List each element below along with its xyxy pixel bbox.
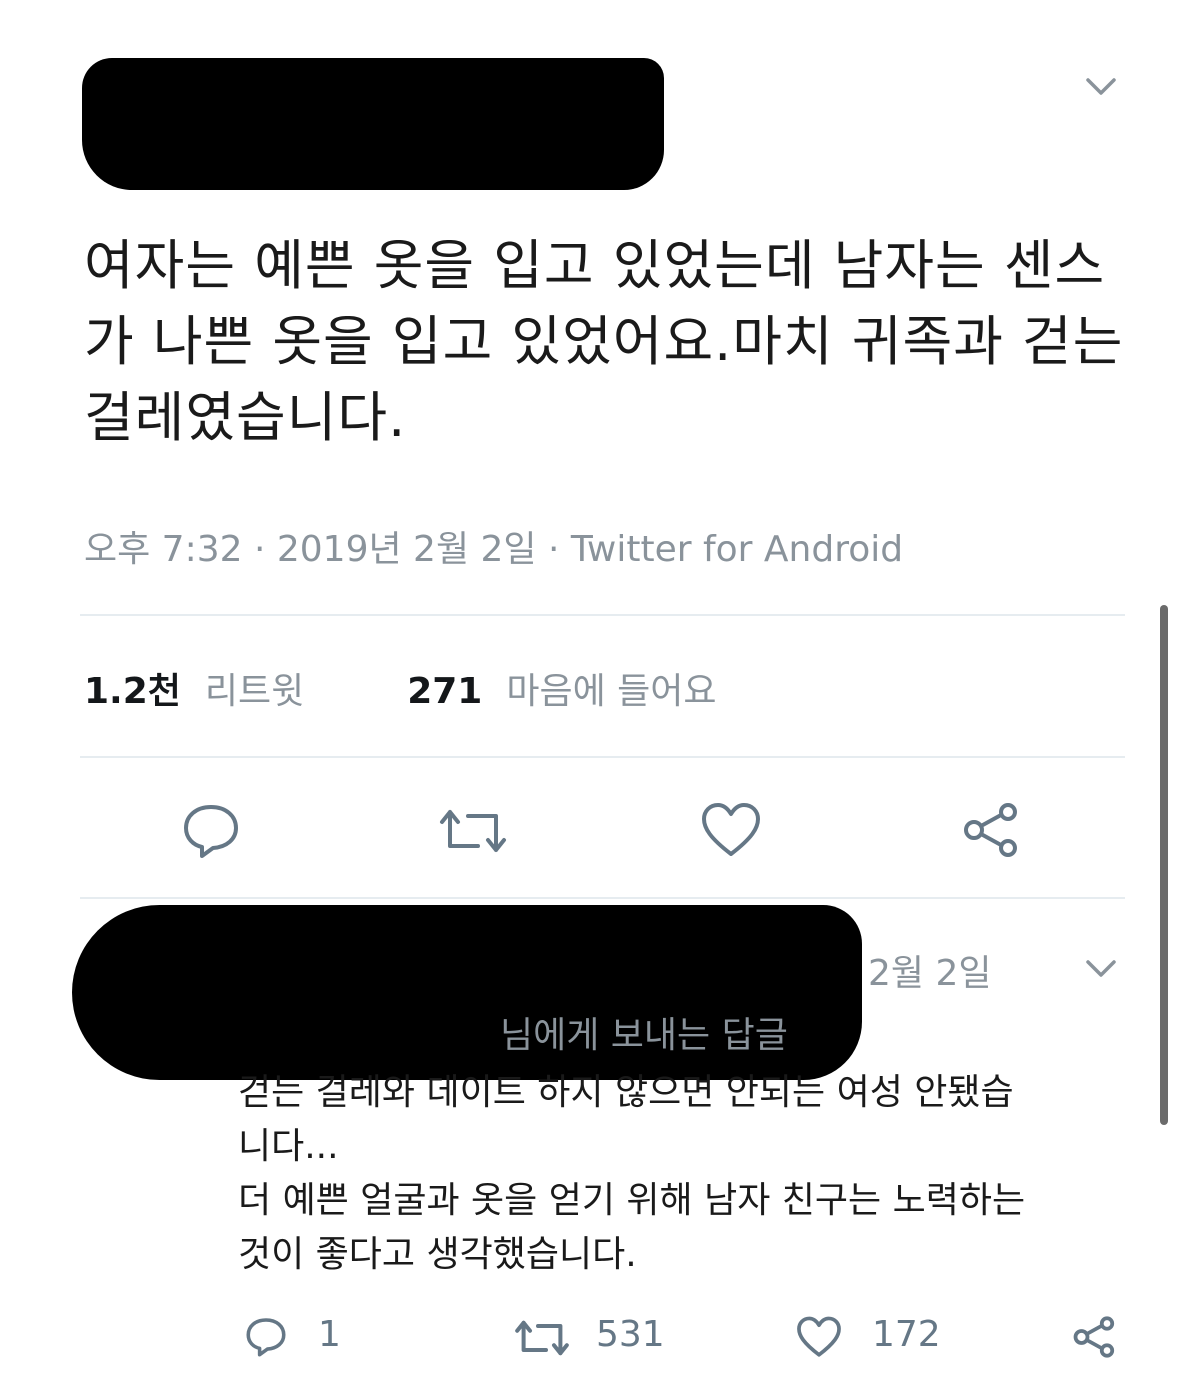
reply-icon[interactable] xyxy=(244,1316,288,1358)
reply-retweet-count: 531 xyxy=(596,1314,665,1355)
divider xyxy=(80,756,1125,758)
chevron-down-icon[interactable] xyxy=(1085,76,1117,98)
retweet-label[interactable]: 리트윗 xyxy=(205,671,304,712)
redacted-author-name xyxy=(82,58,664,190)
like-label[interactable]: 마음에 들어요 xyxy=(506,671,716,712)
reply-text: 걷는 걸레와 데이트 하지 않으면 안되는 여성 안됐습 니다... 더 예쁜 … xyxy=(238,1072,1026,1275)
tweet-timestamp-source: 오후 7:32 · 2019년 2월 2일 · Twitter for Andr… xyxy=(84,529,904,570)
scrollbar[interactable] xyxy=(1160,605,1168,1125)
heart-icon[interactable] xyxy=(796,1316,842,1358)
chevron-down-icon[interactable] xyxy=(1085,958,1117,980)
reply-date: 2월 2일 xyxy=(868,953,992,994)
reply-icon[interactable] xyxy=(180,802,242,860)
tweet-stats: 1.2천 리트윗 271 마음에 들어요 xyxy=(84,662,717,714)
divider xyxy=(80,897,1125,899)
reply-count: 1 xyxy=(318,1314,341,1355)
share-icon[interactable] xyxy=(1072,1316,1118,1358)
reply-like-count: 172 xyxy=(872,1314,941,1355)
heart-icon[interactable] xyxy=(700,802,762,858)
retweet-count[interactable]: 1.2천 xyxy=(84,671,181,712)
tweet-text: 여자는 예쁜 옷을 입고 있었는데 남자는 센스가 나쁜 옷을 입고 있었어요.… xyxy=(84,234,1124,449)
retweet-icon[interactable] xyxy=(514,1318,570,1358)
divider xyxy=(80,614,1125,616)
like-count[interactable]: 271 xyxy=(407,671,482,712)
replying-to-label: 님에게 보내는 답글 xyxy=(500,1015,788,1056)
share-icon[interactable] xyxy=(962,802,1022,858)
retweet-icon[interactable] xyxy=(438,806,508,856)
